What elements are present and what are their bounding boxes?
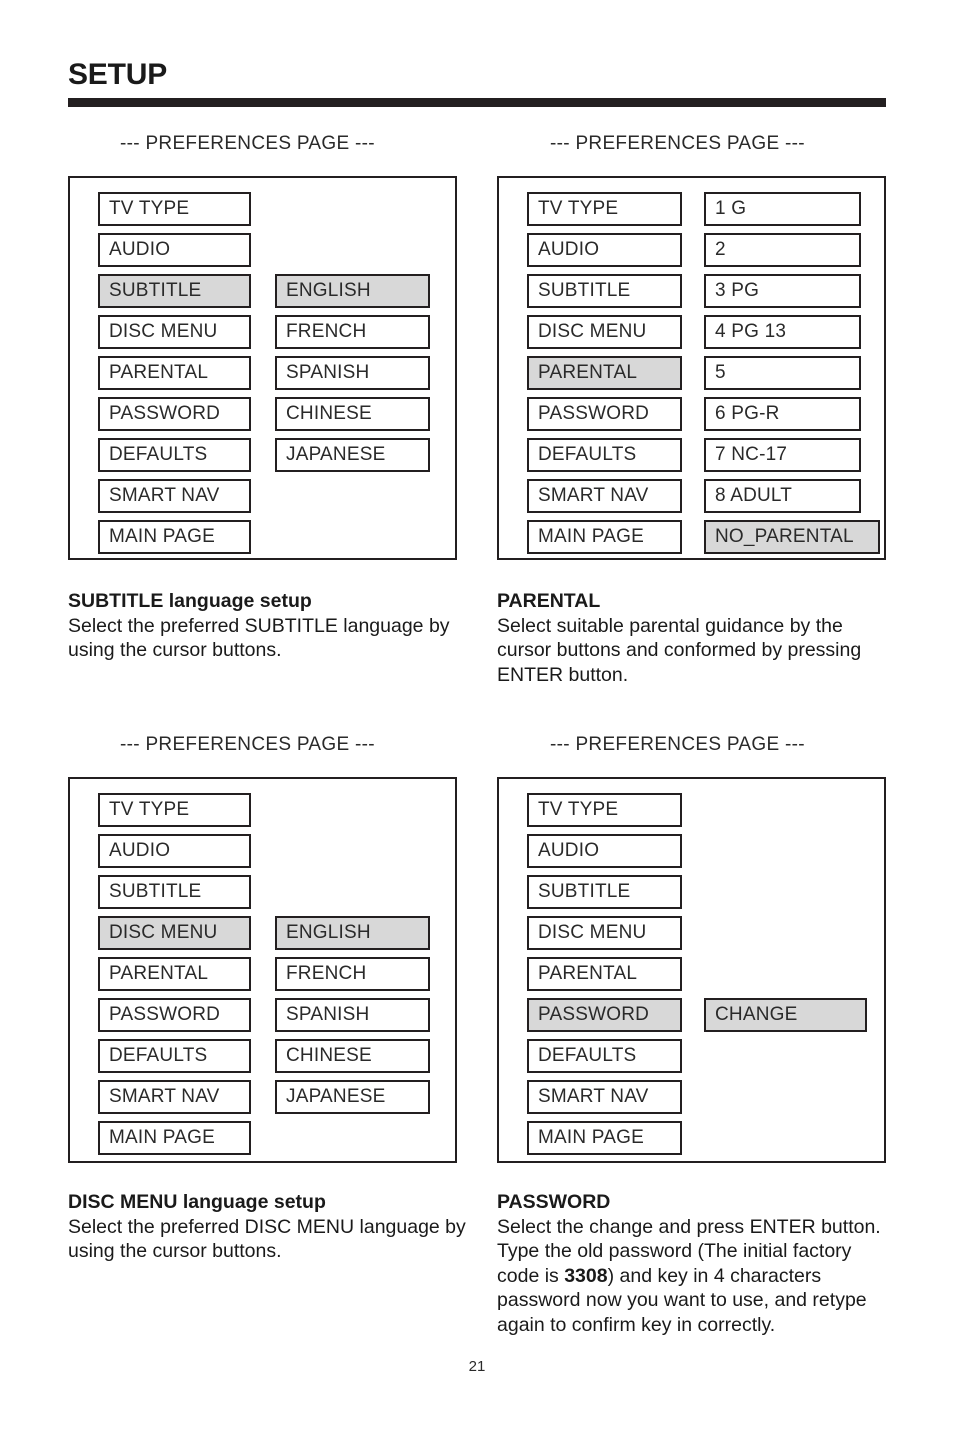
osd-value-column-parental: 1 G 2 3 PG 4 PG 13 5 6 PG-R 7 NC-17 8 AD… xyxy=(704,192,880,561)
osd-spacer xyxy=(704,957,867,991)
description-title-disc-menu: DISC MENU language setup xyxy=(68,1191,326,1213)
osd-option-chinese[interactable]: CHINESE xyxy=(275,1039,430,1073)
osd-panel-parental: TV TYPE AUDIO SUBTITLE DISC MENU PARENTA… xyxy=(497,176,886,560)
osd-item-disc-menu[interactable]: DISC MENU xyxy=(527,315,682,349)
osd-spacer xyxy=(275,834,430,868)
osd-option-rating-3pg[interactable]: 3 PG xyxy=(704,274,861,308)
description-title-password: PASSWORD xyxy=(497,1191,611,1213)
osd-option-japanese[interactable]: JAPANESE xyxy=(275,438,430,472)
osd-item-audio[interactable]: AUDIO xyxy=(527,834,682,868)
osd-option-chinese[interactable]: CHINESE xyxy=(275,397,430,431)
osd-spacer xyxy=(275,233,430,267)
osd-item-disc-menu[interactable]: DISC MENU xyxy=(527,916,682,950)
osd-menu-column-subtitle: TV TYPE AUDIO SUBTITLE DISC MENU PARENTA… xyxy=(98,192,251,561)
description-subtitle: SUBTITLE language setup Select the prefe… xyxy=(68,589,466,663)
osd-value-column-disc-menu: ENGLISH FRENCH SPANISH CHINESE JAPANESE xyxy=(275,793,430,1121)
osd-item-smart-nav[interactable]: SMART NAV xyxy=(527,1080,682,1114)
osd-option-rating-8adult[interactable]: 8 ADULT xyxy=(704,479,861,513)
osd-item-parental[interactable]: PARENTAL xyxy=(527,957,682,991)
osd-option-english[interactable]: ENGLISH xyxy=(275,274,430,308)
osd-item-smart-nav[interactable]: SMART NAV xyxy=(98,479,251,513)
osd-menu-column-disc-menu: TV TYPE AUDIO SUBTITLE DISC MENU PARENTA… xyxy=(98,793,251,1162)
description-password: PASSWORD Select the change and press ENT… xyxy=(497,1190,895,1337)
osd-item-parental[interactable]: PARENTAL xyxy=(527,356,682,390)
osd-item-defaults[interactable]: DEFAULTS xyxy=(98,438,251,472)
osd-item-tv-type[interactable]: TV TYPE xyxy=(98,192,251,226)
osd-menu-column-password: TV TYPE AUDIO SUBTITLE DISC MENU PARENTA… xyxy=(527,793,682,1162)
page-title: SETUP xyxy=(68,58,168,91)
osd-caption-password: --- PREFERENCES PAGE --- xyxy=(550,734,805,755)
osd-spacer xyxy=(704,916,867,950)
osd-item-tv-type[interactable]: TV TYPE xyxy=(98,793,251,827)
osd-item-main-page[interactable]: MAIN PAGE xyxy=(527,1121,682,1155)
page-number: 21 xyxy=(468,1358,486,1375)
osd-item-subtitle[interactable]: SUBTITLE xyxy=(527,875,682,909)
description-body-subtitle: Select the preferred SUBTITLE language b… xyxy=(68,614,450,662)
osd-option-rating-6pgr[interactable]: 6 PG-R xyxy=(704,397,861,431)
description-title-subtitle: SUBTITLE language setup xyxy=(68,590,312,612)
osd-item-password[interactable]: PASSWORD xyxy=(527,397,682,431)
osd-item-tv-type[interactable]: TV TYPE xyxy=(527,793,682,827)
osd-item-password[interactable]: PASSWORD xyxy=(98,998,251,1032)
description-parental: PARENTAL Select suitable parental guidan… xyxy=(497,589,895,687)
osd-spacer xyxy=(704,793,867,827)
osd-option-japanese[interactable]: JAPANESE xyxy=(275,1080,430,1114)
osd-item-audio[interactable]: AUDIO xyxy=(98,834,251,868)
osd-spacer xyxy=(704,875,867,909)
description-title-parental: PARENTAL xyxy=(497,590,601,612)
osd-menu-column-parental: TV TYPE AUDIO SUBTITLE DISC MENU PARENTA… xyxy=(527,192,682,561)
osd-item-defaults[interactable]: DEFAULTS xyxy=(527,1039,682,1073)
osd-option-rating-2[interactable]: 2 xyxy=(704,233,861,267)
osd-option-english[interactable]: ENGLISH xyxy=(275,916,430,950)
description-password-factory-code: 3308 xyxy=(564,1264,608,1287)
osd-caption-disc-menu: --- PREFERENCES PAGE --- xyxy=(120,734,375,755)
osd-panel-password: TV TYPE AUDIO SUBTITLE DISC MENU PARENTA… xyxy=(497,777,886,1163)
description-body-password: Select the change and press ENTER button… xyxy=(497,1215,895,1338)
osd-value-column-password: CHANGE xyxy=(704,793,867,1039)
osd-item-defaults[interactable]: DEFAULTS xyxy=(527,438,682,472)
osd-option-no-parental[interactable]: NO_PARENTAL xyxy=(704,520,880,554)
osd-option-spanish[interactable]: SPANISH xyxy=(275,356,430,390)
osd-option-rating-1g[interactable]: 1 G xyxy=(704,192,861,226)
osd-option-rating-4pg13[interactable]: 4 PG 13 xyxy=(704,315,861,349)
osd-item-parental[interactable]: PARENTAL xyxy=(98,356,251,390)
osd-item-audio[interactable]: AUDIO xyxy=(98,233,251,267)
description-disc-menu: DISC MENU language setup Select the pref… xyxy=(68,1190,466,1264)
osd-item-smart-nav[interactable]: SMART NAV xyxy=(527,479,682,513)
osd-option-rating-5[interactable]: 5 xyxy=(704,356,861,390)
osd-option-french[interactable]: FRENCH xyxy=(275,957,430,991)
osd-item-subtitle[interactable]: SUBTITLE xyxy=(527,274,682,308)
osd-value-column-subtitle: ENGLISH FRENCH SPANISH CHINESE JAPANESE xyxy=(275,192,430,479)
description-body-parental: Select suitable parental guidance by the… xyxy=(497,614,862,686)
osd-item-disc-menu[interactable]: DISC MENU xyxy=(98,315,251,349)
osd-option-rating-7nc17[interactable]: 7 NC-17 xyxy=(704,438,861,472)
osd-item-password[interactable]: PASSWORD xyxy=(98,397,251,431)
osd-item-audio[interactable]: AUDIO xyxy=(527,233,682,267)
page-header: SETUP xyxy=(68,58,886,107)
osd-item-defaults[interactable]: DEFAULTS xyxy=(98,1039,251,1073)
osd-item-main-page[interactable]: MAIN PAGE xyxy=(527,520,682,554)
osd-option-spanish[interactable]: SPANISH xyxy=(275,998,430,1032)
osd-item-disc-menu[interactable]: DISC MENU xyxy=(98,916,251,950)
osd-panel-subtitle: TV TYPE AUDIO SUBTITLE DISC MENU PARENTA… xyxy=(68,176,457,560)
osd-spacer xyxy=(275,192,430,226)
osd-item-main-page[interactable]: MAIN PAGE xyxy=(98,1121,251,1155)
title-rule xyxy=(68,98,886,107)
osd-item-subtitle[interactable]: SUBTITLE xyxy=(98,274,251,308)
osd-panel-disc-menu: TV TYPE AUDIO SUBTITLE DISC MENU PARENTA… xyxy=(68,777,457,1163)
osd-item-smart-nav[interactable]: SMART NAV xyxy=(98,1080,251,1114)
description-body-disc-menu: Select the preferred DISC MENU language … xyxy=(68,1215,466,1263)
osd-spacer xyxy=(275,793,430,827)
osd-item-subtitle[interactable]: SUBTITLE xyxy=(98,875,251,909)
osd-item-password[interactable]: PASSWORD xyxy=(527,998,682,1032)
osd-option-french[interactable]: FRENCH xyxy=(275,315,430,349)
osd-spacer xyxy=(275,875,430,909)
osd-option-change[interactable]: CHANGE xyxy=(704,998,867,1032)
osd-spacer xyxy=(704,834,867,868)
osd-item-main-page[interactable]: MAIN PAGE xyxy=(98,520,251,554)
osd-caption-subtitle: --- PREFERENCES PAGE --- xyxy=(120,133,375,154)
osd-item-parental[interactable]: PARENTAL xyxy=(98,957,251,991)
osd-item-tv-type[interactable]: TV TYPE xyxy=(527,192,682,226)
osd-caption-parental: --- PREFERENCES PAGE --- xyxy=(550,133,805,154)
